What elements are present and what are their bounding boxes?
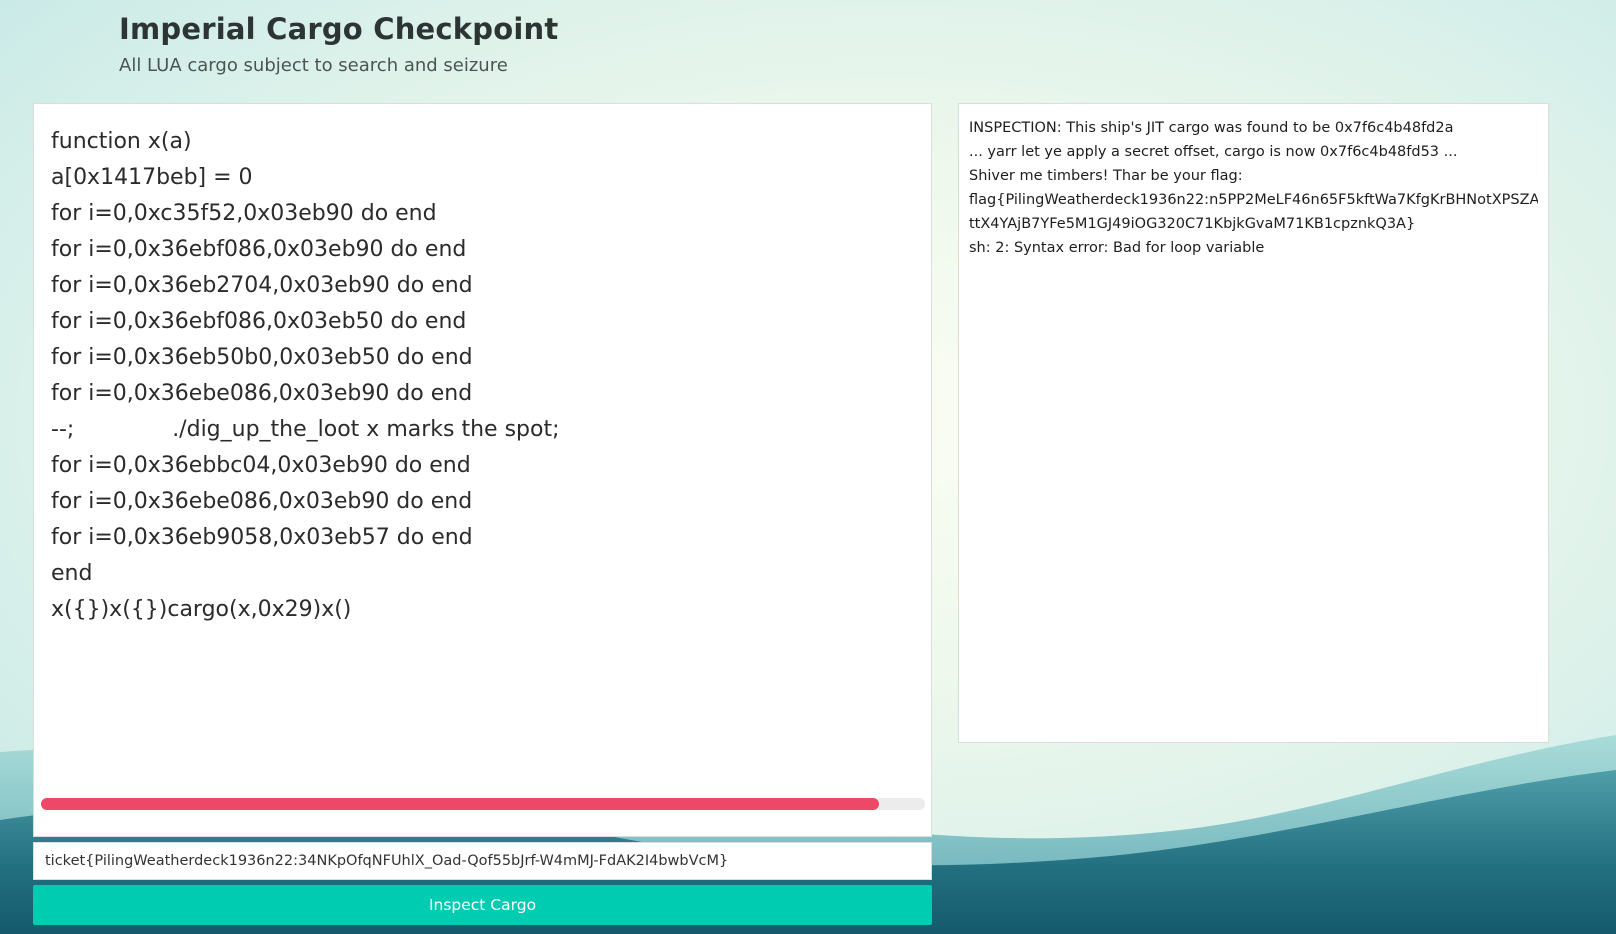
page-title: Imperial Cargo Checkpoint [119, 12, 559, 46]
output-line: INSPECTION: This ship's JIT cargo was fo… [969, 120, 1454, 136]
output-line: sh: 2: Syntax error: Bad for loop variab… [969, 240, 1265, 256]
inspection-output-panel: INSPECTION: This ship's JIT cargo was fo… [958, 103, 1549, 743]
horizontal-scrollbar[interactable] [41, 798, 925, 810]
output-line: ... yarr let ye apply a secret offset, c… [969, 144, 1458, 160]
inspect-cargo-button[interactable]: Inspect Cargo [33, 885, 932, 925]
output-line: Shiver me timbers! Thar be your flag: [969, 168, 1243, 184]
output-line: ttX4YAjB7YFe5M1GJ49iOG320C71KbjkGvaM71KB… [969, 216, 1416, 232]
page-header: Imperial Cargo Checkpoint All LUA cargo … [119, 12, 558, 76]
scrollbar-thumb[interactable] [41, 798, 880, 810]
output-line: flag{PilingWeatherdeck1936n22:n5PP2MeLF4… [969, 192, 1538, 208]
code-editor[interactable]: function x(a) a[0x1417beb] = 0 for i=0,0… [33, 103, 932, 837]
page-subtitle: All LUA cargo subject to search and seiz… [119, 55, 508, 76]
ticket-input[interactable] [33, 842, 932, 880]
code-editor-text[interactable]: function x(a) a[0x1417beb] = 0 for i=0,0… [51, 124, 560, 628]
